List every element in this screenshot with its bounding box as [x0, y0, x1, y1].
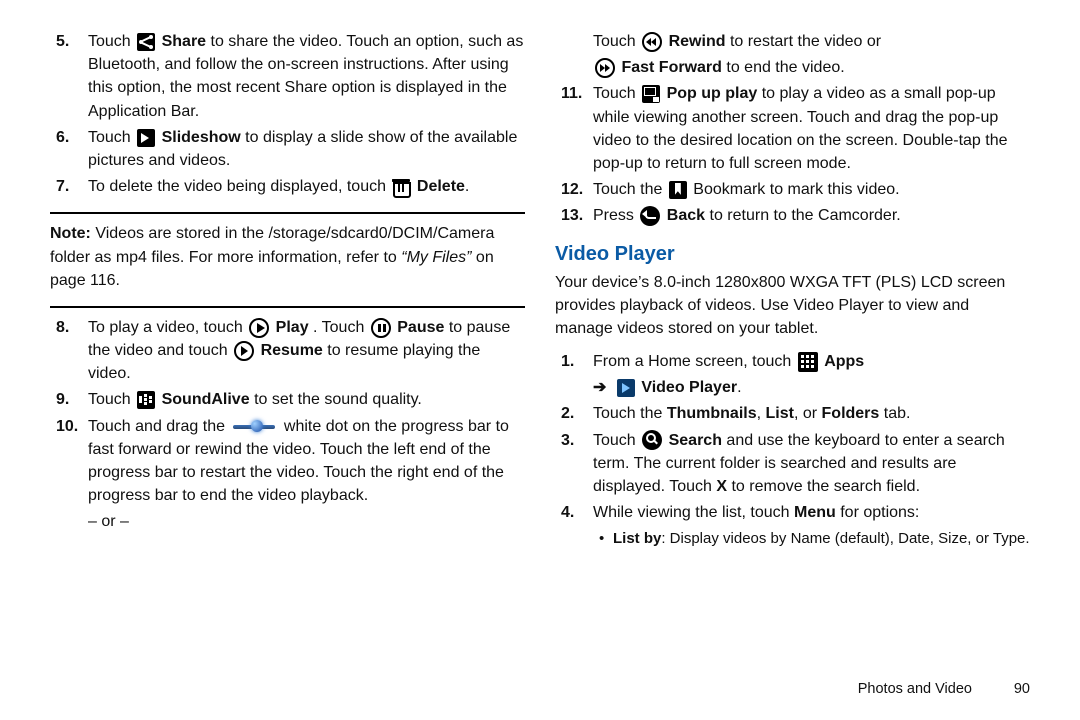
pause-icon: [371, 318, 391, 338]
step-9: 9. Touch SoundAlive to set the sound qua…: [50, 388, 525, 411]
video-player-icon: [617, 379, 635, 397]
step-8: 8. To play a video, touch Play . Touch P…: [50, 316, 525, 386]
left-column: 5. Touch Share to share the video. Touch…: [50, 30, 525, 565]
step-5: 5. Touch Share to share the video. Touch…: [50, 30, 525, 123]
step-10-cont-1: Touch Rewind to restart the video or: [555, 30, 1030, 53]
vp-step-1b: ➔ Video Player.: [555, 376, 1030, 399]
step-10: 10. Touch and drag the white dot on the …: [50, 415, 525, 508]
fast-forward-icon: [595, 58, 615, 78]
section-heading: Video Player: [555, 240, 1030, 269]
step-11: 11. Touch Pop up play to play a video as…: [555, 82, 1030, 175]
or-separator: – or –: [50, 510, 525, 533]
section-intro: Your device’s 8.0-inch 1280x800 WXGA TFT…: [555, 271, 1030, 341]
vp-step-4: 4. While viewing the list, touch Menu fo…: [555, 501, 1030, 524]
vp-step-4a: • List by: Display videos by Name (defau…: [555, 528, 1030, 550]
rule-bottom: [50, 306, 525, 308]
progress-slider-icon: [233, 417, 275, 435]
play-icon: [249, 318, 269, 338]
share-icon: [137, 33, 155, 51]
apps-icon: [798, 352, 818, 372]
resume-icon: [234, 341, 254, 361]
vp-step-2: 2. Touch the Thumbnails, List, or Folder…: [555, 402, 1030, 425]
page-footer: Photos and Video 90: [858, 679, 1030, 700]
vp-step-3: 3. Touch Search and use the keyboard to …: [555, 429, 1030, 499]
footer-section: Photos and Video: [858, 681, 972, 697]
page-columns: 5. Touch Share to share the video. Touch…: [0, 0, 1080, 575]
rewind-icon: [642, 32, 662, 52]
step-10-cont-2: Fast Forward to end the video.: [555, 56, 1030, 79]
note-block: Note: Videos are stored in the /storage/…: [50, 222, 525, 292]
step-12: 12. Touch the Bookmark to mark this vide…: [555, 178, 1030, 201]
soundalive-icon: [137, 391, 155, 409]
popup-play-icon: [642, 85, 660, 103]
step-13: 13. Press Back to return to the Camcorde…: [555, 204, 1030, 227]
step-6: 6. Touch Slideshow to display a slide sh…: [50, 126, 525, 172]
rule-top: [50, 212, 525, 214]
right-column: Touch Rewind to restart the video or Fas…: [555, 30, 1030, 565]
search-icon: [642, 430, 662, 450]
bookmark-icon: [669, 181, 687, 199]
footer-page-number: 90: [994, 679, 1030, 700]
step-7: 7. To delete the video being displayed, …: [50, 175, 525, 198]
slideshow-icon: [137, 129, 155, 147]
vp-step-1: 1. From a Home screen, touch Apps: [555, 350, 1030, 373]
back-icon: [640, 206, 660, 226]
delete-icon: [392, 178, 410, 196]
